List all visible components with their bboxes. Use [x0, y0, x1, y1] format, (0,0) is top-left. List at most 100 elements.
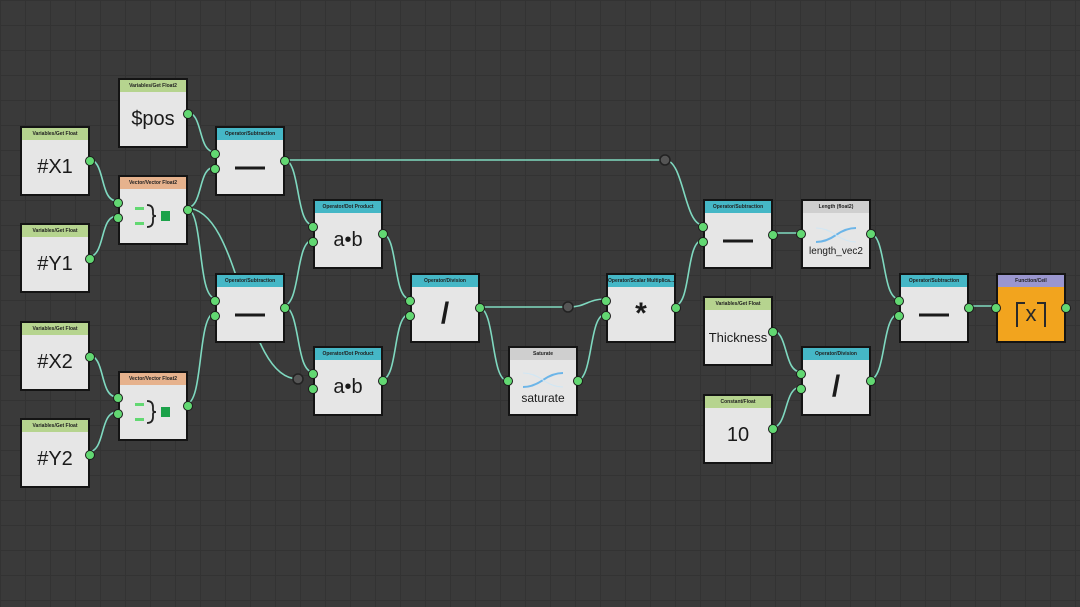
node-header: Vector/Vector Float2	[120, 373, 186, 385]
input-port[interactable]	[113, 393, 123, 403]
node-division[interactable]: Operator/Division /	[796, 346, 876, 416]
dot-product-icon: a•b	[333, 375, 363, 398]
input-port[interactable]	[210, 164, 220, 174]
wire	[380, 313, 411, 381]
node-function-ceil[interactable]: Function/Ceil x	[991, 273, 1071, 343]
node-header: Length (float2)	[803, 201, 869, 213]
node-graph-canvas[interactable]: Variables/Get Float2 $pos Variables/Get …	[0, 0, 1080, 607]
output-port[interactable]	[964, 303, 974, 313]
ceil-icon: x	[998, 287, 1064, 341]
input-port[interactable]	[210, 149, 220, 159]
output-port[interactable]	[671, 303, 681, 313]
node-subtraction[interactable]: Operator/Subtraction —	[210, 273, 290, 343]
node-get-x2[interactable]: Variables/Get Float #X2	[20, 321, 95, 391]
input-port[interactable]	[796, 369, 806, 379]
output-port[interactable]	[85, 156, 95, 166]
node-header: Variables/Get Float	[22, 128, 88, 140]
input-port[interactable]	[601, 296, 611, 306]
node-header: Variables/Get Float	[22, 323, 88, 335]
input-port[interactable]	[796, 384, 806, 394]
output-port[interactable]	[280, 303, 290, 313]
input-port[interactable]	[113, 198, 123, 208]
node-vector-float2[interactable]: Vector/Vector Float2	[113, 371, 193, 441]
node-subtraction[interactable]: Operator/Subtraction —	[894, 273, 974, 343]
wire	[380, 232, 411, 300]
vector-combine-icon	[120, 189, 186, 243]
input-port[interactable]	[308, 369, 318, 379]
input-port[interactable]	[210, 311, 220, 321]
node-subtraction[interactable]: Operator/Subtraction —	[210, 126, 290, 196]
input-port[interactable]	[894, 296, 904, 306]
input-port[interactable]	[210, 296, 220, 306]
output-port[interactable]	[866, 376, 876, 386]
output-port[interactable]	[768, 327, 778, 337]
input-port[interactable]	[503, 376, 513, 386]
output-port[interactable]	[475, 303, 485, 313]
node-scalar-multiplication[interactable]: Operator/Scalar Multiplica... *	[601, 273, 681, 343]
node-header: Operator/Subtraction	[217, 275, 283, 287]
input-port[interactable]	[113, 409, 123, 419]
vector-combine-icon	[120, 385, 186, 439]
output-port[interactable]	[768, 230, 778, 240]
output-port[interactable]	[85, 352, 95, 362]
node-header: Saturate	[510, 348, 576, 360]
wire	[282, 239, 314, 307]
curve-icon	[522, 372, 564, 388]
input-port[interactable]	[991, 303, 1001, 313]
node-length[interactable]: Length (float2) length_vec2	[796, 199, 876, 269]
output-port[interactable]	[280, 156, 290, 166]
curve-icon	[815, 226, 857, 243]
output-port[interactable]	[1061, 303, 1071, 313]
node-get-y1[interactable]: Variables/Get Float #Y1	[20, 223, 95, 293]
input-port[interactable]	[308, 222, 318, 232]
node-header: Variables/Get Float	[22, 225, 88, 237]
input-port[interactable]	[894, 311, 904, 321]
node-constant-float[interactable]: Constant/Float 10	[703, 394, 778, 464]
output-port[interactable]	[183, 109, 193, 119]
node-dot-product[interactable]: Operator/Dot Product a•b	[308, 346, 388, 416]
input-port[interactable]	[796, 229, 806, 239]
minus-icon: —	[235, 297, 265, 330]
output-port[interactable]	[183, 205, 193, 215]
node-subtraction[interactable]: Operator/Subtraction —	[698, 199, 778, 269]
node-header: Variables/Get Float2	[120, 80, 186, 92]
node-get-pos[interactable]: Variables/Get Float2 $pos	[118, 78, 193, 148]
wire	[87, 215, 118, 258]
node-header: Operator/Subtraction	[217, 128, 283, 140]
wire	[575, 313, 607, 382]
input-port[interactable]	[113, 213, 123, 223]
wire	[868, 232, 900, 300]
input-port[interactable]	[698, 222, 708, 232]
output-port[interactable]	[866, 229, 876, 239]
wire	[868, 313, 900, 381]
input-port[interactable]	[308, 384, 318, 394]
node-get-x1[interactable]: Variables/Get Float #X1	[20, 126, 95, 196]
divide-icon: /	[831, 370, 841, 403]
input-port[interactable]	[601, 311, 611, 321]
output-port[interactable]	[85, 254, 95, 264]
input-port[interactable]	[308, 237, 318, 247]
node-get-y2[interactable]: Variables/Get Float #Y2	[20, 418, 95, 488]
output-port[interactable]	[378, 229, 388, 239]
node-saturate[interactable]: Saturate saturate	[503, 346, 583, 416]
output-port[interactable]	[85, 450, 95, 460]
node-header: Operator/Dot Product	[315, 201, 381, 213]
input-port[interactable]	[698, 237, 708, 247]
output-port[interactable]	[573, 376, 583, 386]
node-header: Operator/Scalar Multiplica...	[608, 275, 674, 287]
node-get-thickness[interactable]: Variables/Get Float Thickness	[703, 296, 778, 366]
input-port[interactable]	[405, 311, 415, 321]
divide-icon: /	[440, 297, 450, 330]
node-header: Operator/Division	[412, 275, 478, 287]
output-port[interactable]	[768, 424, 778, 434]
output-port[interactable]	[378, 376, 388, 386]
output-port[interactable]	[183, 401, 193, 411]
node-vector-float2[interactable]: Vector/Vector Float2	[113, 175, 193, 245]
node-header: Vector/Vector Float2	[120, 177, 186, 189]
wire	[477, 306, 509, 382]
node-dot-product[interactable]: Operator/Dot Product a•b	[308, 199, 388, 269]
input-port[interactable]	[405, 296, 415, 306]
node-division[interactable]: Operator/Division /	[405, 273, 485, 343]
minus-icon: —	[919, 297, 949, 330]
wire	[185, 166, 216, 209]
